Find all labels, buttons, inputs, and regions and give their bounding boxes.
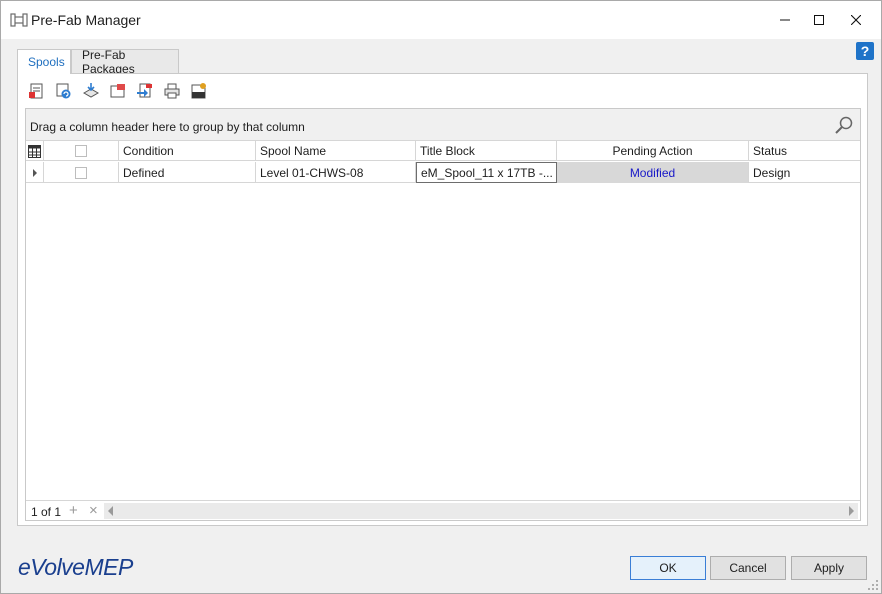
column-header-status[interactable]: Status xyxy=(749,141,860,161)
add-record-icon[interactable]: + xyxy=(69,502,78,519)
publish-spool-button[interactable] xyxy=(136,82,154,100)
record-navigator: 1 of 1 + × xyxy=(26,500,860,520)
horizontal-scrollbar[interactable] xyxy=(104,503,858,519)
row-pointer-icon xyxy=(33,168,37,177)
refresh-spool-button[interactable] xyxy=(55,82,73,100)
download-spool-button[interactable] xyxy=(82,82,100,100)
select-all-header[interactable] xyxy=(44,141,119,161)
ok-button[interactable]: OK xyxy=(630,556,706,580)
search-icon[interactable] xyxy=(834,115,854,135)
evolvemep-logo: eVolveMEP xyxy=(18,554,133,580)
printer-icon xyxy=(164,83,180,99)
folder-icon xyxy=(110,84,125,98)
cell-spool-name[interactable]: Level 01-CHWS-08 xyxy=(256,162,416,183)
row-checkbox[interactable] xyxy=(75,166,87,179)
spools-grid: Drag a column header here to group by th… xyxy=(25,108,861,521)
folder-spool-button[interactable] xyxy=(109,82,127,100)
title-block-value: eM_Spool_11 x 17TB -... xyxy=(421,165,553,180)
scroll-left-icon[interactable] xyxy=(108,506,113,516)
delete-record-icon[interactable]: × xyxy=(89,502,98,519)
tab-pre-fab-packages[interactable]: Pre-Fab Packages xyxy=(71,48,179,76)
cancel-button[interactable]: Cancel xyxy=(710,556,786,580)
select-all-checkbox[interactable] xyxy=(75,145,87,157)
window-title: Pre-Fab Manager xyxy=(31,12,141,28)
column-chooser-icon xyxy=(28,144,41,158)
publish-icon xyxy=(137,83,152,98)
maximize-icon xyxy=(814,15,824,25)
group-by-hint: Drag a column header here to group by th… xyxy=(30,120,305,134)
title-block-dropdown[interactable]: eM_Spool_11 x 17TB -... xyxy=(416,162,557,183)
pdf-icon xyxy=(191,83,206,99)
cell-pending-action[interactable]: Modified xyxy=(557,162,749,183)
column-header-title-block[interactable]: Title Block xyxy=(416,141,557,161)
cell-status[interactable]: Design xyxy=(749,162,860,183)
tab-spools[interactable]: Spools xyxy=(17,49,71,74)
close-button[interactable] xyxy=(839,1,873,39)
column-chooser-button[interactable] xyxy=(26,141,44,161)
column-header-spool-name[interactable]: Spool Name xyxy=(256,141,416,161)
record-count: 1 of 1 xyxy=(31,505,62,519)
title-bar: Pre-Fab Manager xyxy=(1,1,881,39)
group-by-panel[interactable]: Drag a column header here to group by th… xyxy=(26,109,860,141)
column-header-pending-action[interactable]: Pending Action xyxy=(557,141,749,161)
export-pdf-button[interactable] xyxy=(190,82,208,100)
resize-grip-icon[interactable] xyxy=(867,579,879,591)
row-indicator[interactable] xyxy=(26,162,44,183)
column-header-row: Condition Spool Name Title Block Pending… xyxy=(26,141,860,161)
help-icon[interactable]: ? xyxy=(856,42,874,60)
column-header-condition[interactable]: Condition xyxy=(119,141,256,161)
new-spool-icon xyxy=(29,83,43,99)
pre-fab-app-icon xyxy=(10,13,28,27)
row-select-cell[interactable] xyxy=(44,162,119,183)
spool-toolbar xyxy=(28,82,208,104)
cell-condition[interactable]: Defined xyxy=(119,162,256,183)
apply-button[interactable]: Apply xyxy=(791,556,867,580)
pre-fab-manager-window: Pre-Fab Manager ? Spools Pre-Fab Package… xyxy=(0,0,882,594)
maximize-button[interactable] xyxy=(802,1,836,39)
spools-tab-panel: Drag a column header here to group by th… xyxy=(17,73,868,526)
refresh-icon xyxy=(56,83,71,99)
download-icon xyxy=(82,83,100,98)
minimize-icon xyxy=(780,19,790,21)
print-button[interactable] xyxy=(163,82,181,100)
new-spool-button[interactable] xyxy=(28,82,46,100)
table-row[interactable]: Defined Level 01-CHWS-08 eM_Spool_11 x 1… xyxy=(26,162,860,183)
minimize-button[interactable] xyxy=(768,1,802,39)
close-icon xyxy=(851,15,861,25)
scroll-right-icon[interactable] xyxy=(849,506,854,516)
